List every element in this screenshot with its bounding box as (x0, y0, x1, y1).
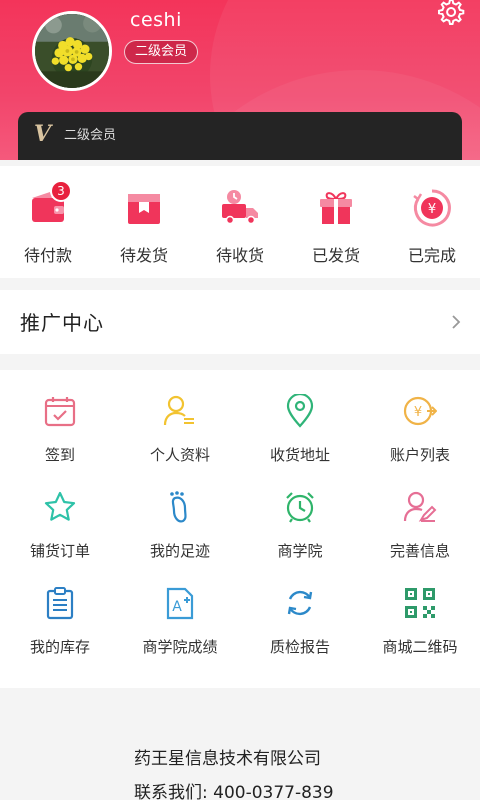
order-pending-payment-label: 待付款 (23, 246, 72, 265)
services-grid: 签到 个人资料 收货地址 ¥ 账户列表 铺货订单 我的足迹 商学院 完善信息 我… (0, 370, 480, 688)
package-box-icon (128, 194, 160, 224)
qr-code-icon (405, 588, 435, 618)
grid-item-label: 个人资料 (149, 446, 210, 464)
delivery-truck-icon (222, 190, 258, 225)
grid-item-personal-info[interactable]: 个人资料 (120, 370, 240, 464)
grid-item-label: 我的足迹 (149, 542, 210, 560)
order-to-receive-label: 待收货 (215, 246, 264, 265)
grid-item-account-list[interactable]: ¥ 账户列表 (360, 370, 480, 464)
yuan-transfer-icon: ¥ (403, 396, 437, 426)
grid-item-complete-info[interactable]: 完善信息 (360, 466, 480, 560)
alarm-clock-icon (286, 492, 314, 523)
grid-item-label: 完善信息 (389, 542, 450, 560)
profile-header: ceshi 二级会员 V 二级会员 (0, 0, 480, 160)
chevron-right-icon (452, 315, 461, 329)
grid-item-sign-in[interactable]: 签到 (0, 370, 120, 464)
order-to-receive[interactable]: 待收货 (192, 180, 288, 270)
order-shipped-label: 已发货 (311, 246, 360, 265)
clipboard-list-icon (46, 587, 74, 620)
gear-icon[interactable] (434, 0, 466, 28)
grid-item-label: 签到 (44, 446, 75, 464)
vip-member-bar[interactable]: V 二级会员 (18, 112, 462, 160)
grid-item-label: 商城二维码 (382, 638, 458, 656)
yuan-refund-icon: ¥ (413, 189, 451, 227)
refresh-icon (287, 590, 313, 616)
vip-level-label: 二级会员 (64, 128, 117, 143)
grid-item-label: 我的库存 (29, 638, 90, 656)
order-completed[interactable]: ¥ 已完成 (384, 180, 480, 270)
grid-item-label: 质检报告 (269, 638, 330, 656)
grid-item-label: 铺货订单 (29, 542, 90, 560)
contact-phone[interactable]: 联系我们: 400-0377-839 (134, 778, 334, 800)
svg-text:¥: ¥ (428, 202, 436, 217)
grid-item-inspection-report[interactable]: 质检报告 (240, 562, 360, 656)
grid-item-school-grades[interactable]: A 商学院成绩 (120, 562, 240, 656)
grid-item-business-school[interactable]: 商学院 (240, 466, 360, 560)
grid-item-distribution-orders[interactable]: 铺货订单 (0, 466, 120, 560)
grid-item-label: 账户列表 (389, 446, 450, 464)
order-to-ship-label: 待发货 (119, 246, 168, 265)
order-completed-label: 已完成 (407, 246, 456, 265)
username: ceshi (130, 9, 182, 31)
footprint-icon (170, 491, 187, 523)
calendar-check-icon (44, 397, 76, 427)
user-edit-icon (403, 491, 437, 522)
promotion-center-title: 推广中心 (20, 311, 104, 335)
gift-box-icon (320, 192, 352, 224)
user-profile-icon (163, 395, 194, 426)
company-name: 药王星信息技术有限公司 (134, 749, 321, 769)
order-pending-payment[interactable]: 3 待付款 (0, 180, 96, 270)
grid-item-footprints[interactable]: 我的足迹 (120, 466, 240, 560)
grid-item-address[interactable]: 收货地址 (240, 370, 360, 464)
svg-text:A: A (172, 599, 182, 615)
order-status-panel: 3 待付款 待发货 待收货 已发货 ¥ 已完成 (0, 166, 480, 278)
grid-item-label: 商学院 (277, 542, 323, 560)
grid-item-label: 商学院成绩 (142, 638, 218, 656)
svg-text:¥: ¥ (414, 405, 422, 420)
grade-document-icon: A (166, 587, 194, 620)
order-shipped[interactable]: 已发货 (288, 180, 384, 270)
member-level-badge: 二级会员 (124, 40, 199, 64)
star-icon (44, 491, 76, 521)
promotion-center-row[interactable]: 推广中心 (0, 290, 480, 354)
vip-logo-icon: V (34, 121, 52, 147)
grid-item-store-qr-code[interactable]: 商城二维码 (360, 562, 480, 656)
unpaid-count-badge: 3 (50, 180, 72, 202)
avatar[interactable] (32, 11, 112, 91)
grid-item-label: 收货地址 (269, 446, 330, 464)
order-to-ship[interactable]: 待发货 (96, 180, 192, 270)
avatar-flower-photo (35, 14, 109, 88)
location-pin-icon (286, 394, 314, 428)
grid-item-inventory[interactable]: 我的库存 (0, 562, 120, 656)
